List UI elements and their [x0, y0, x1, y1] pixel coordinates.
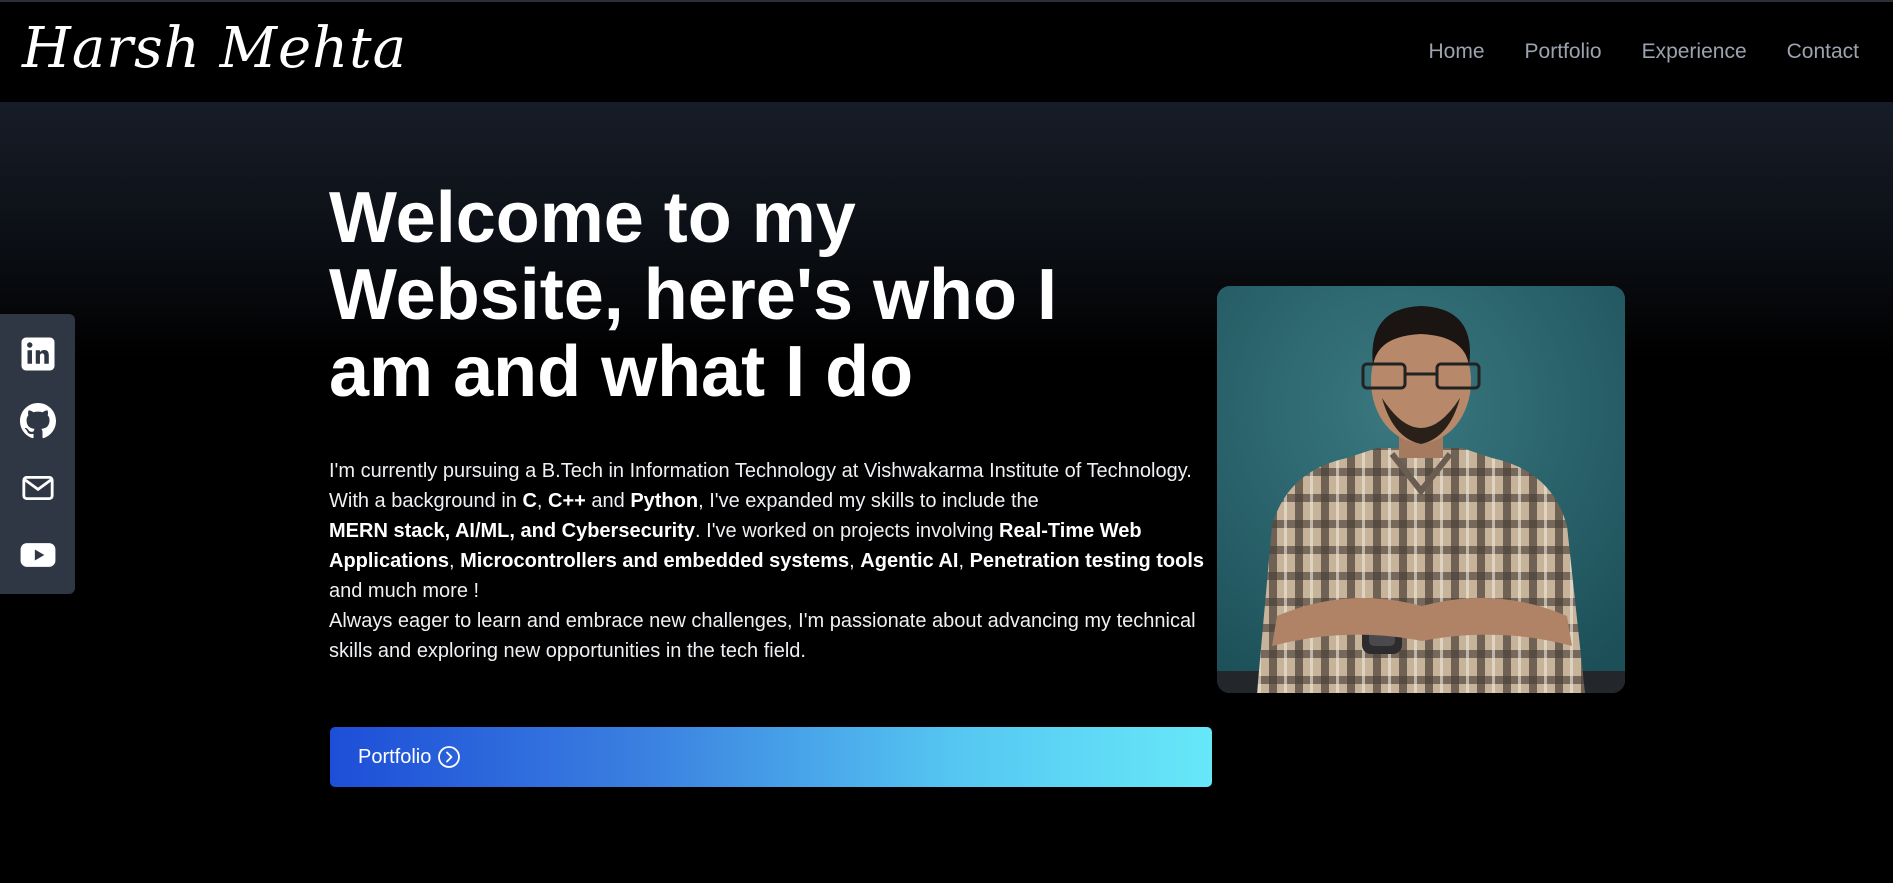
- github-icon[interactable]: [18, 401, 58, 441]
- desc-text: , I've expanded my skills to include the: [698, 490, 1039, 512]
- desc-text: and: [585, 490, 631, 512]
- desc-highlight: Python: [630, 490, 699, 512]
- desc-text: Always eager to learn and embrace new ch…: [329, 610, 1196, 662]
- social-links-panel: [0, 314, 75, 594]
- profile-photo: [1217, 286, 1625, 693]
- desc-text: . I've worked on projects involving: [695, 520, 999, 542]
- portfolio-button[interactable]: Portfolio: [330, 727, 1212, 787]
- nav-contact-link[interactable]: Contact: [1787, 40, 1859, 64]
- linkedin-icon[interactable]: [18, 334, 58, 374]
- top-navigation-bar: Harsh Mehta Home Portfolio Experience Co…: [0, 0, 1893, 102]
- desc-highlight: MERN stack, AI/ML, and Cybersecurity: [329, 520, 696, 542]
- desc-text: ,: [849, 550, 861, 572]
- desc-highlight: C: [522, 490, 537, 512]
- desc-highlight: C++: [548, 490, 586, 512]
- desc-highlight: Penetration testing tools: [969, 550, 1205, 572]
- portfolio-button-label: Portfolio: [358, 745, 432, 768]
- main-nav: Home Portfolio Experience Contact: [1428, 40, 1859, 64]
- desc-text: ,: [536, 490, 549, 512]
- mail-icon[interactable]: [18, 468, 58, 508]
- nav-experience-link[interactable]: Experience: [1642, 40, 1747, 64]
- site-logo[interactable]: Harsh Mehta: [22, 16, 407, 81]
- arrow-circle-right-icon: [438, 746, 461, 768]
- hero-description: I'm currently pursuing a B.Tech in Infor…: [329, 456, 1229, 666]
- desc-text: and much more !: [329, 580, 480, 602]
- hero-heading: Welcome to my Website, here's who I am a…: [329, 178, 1057, 412]
- desc-text: ,: [958, 550, 970, 572]
- nav-home-link[interactable]: Home: [1428, 40, 1484, 64]
- nav-portfolio-link[interactable]: Portfolio: [1525, 40, 1602, 64]
- desc-text: ,: [449, 550, 461, 572]
- youtube-icon[interactable]: [18, 535, 58, 575]
- desc-highlight: Microcontrollers and embedded systems: [460, 550, 850, 572]
- desc-highlight: Agentic AI: [860, 550, 959, 572]
